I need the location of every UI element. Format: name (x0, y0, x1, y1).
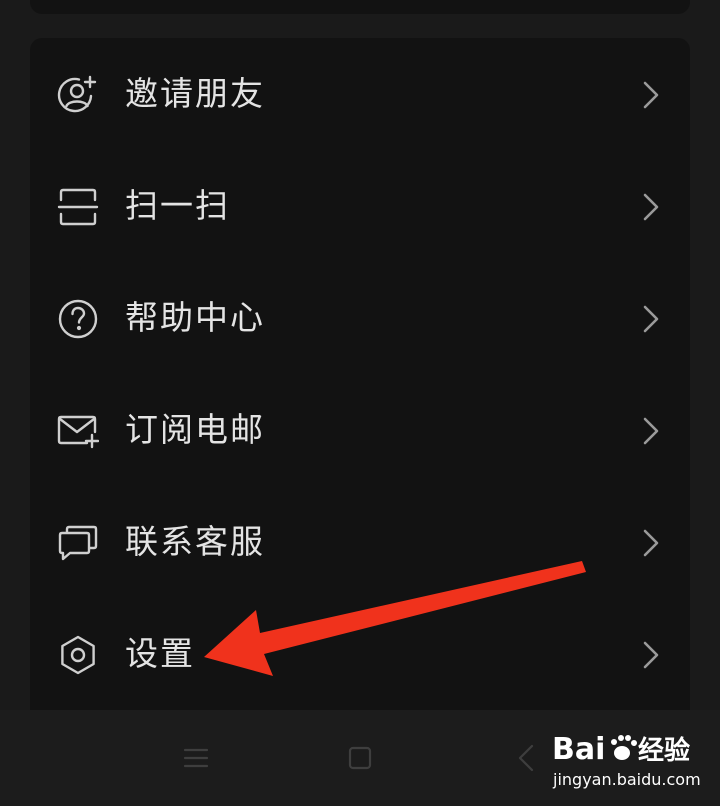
menu-item-contact-support[interactable]: 联系客服 (30, 486, 690, 598)
menu-item-help-center[interactable]: 帮助中心 (30, 262, 690, 374)
chevron-right-icon (640, 191, 662, 223)
chevron-right-icon (640, 79, 662, 111)
chevron-right-icon (640, 639, 662, 671)
customer-service-icon (57, 522, 99, 564)
menu-item-invite-friends[interactable]: 邀请朋友 (30, 38, 690, 150)
scan-icon (57, 186, 99, 228)
back-icon[interactable] (510, 740, 546, 776)
chevron-right-icon (640, 527, 662, 559)
menu-icon[interactable] (178, 740, 214, 776)
menu-item-scan[interactable]: 扫一扫 (30, 150, 690, 262)
chevron-right-icon (640, 303, 662, 335)
watermark-suffix: 经验 (638, 735, 690, 766)
menu-item-label: 扫一扫 (125, 186, 230, 225)
menu-item-label: 设置 (125, 634, 195, 673)
gear-icon (57, 634, 99, 676)
screen: 邀请朋友 扫一扫 帮助中心 订阅电邮 联系客服 设置 Bai 经验 jingya… (0, 0, 720, 806)
help-icon (57, 298, 99, 340)
subscribe-mail-icon (57, 410, 99, 452)
menu-card: 邀请朋友 扫一扫 帮助中心 订阅电邮 联系客服 设置 (30, 38, 690, 718)
previous-card (30, 0, 690, 14)
menu-item-label: 订阅电邮 (125, 410, 265, 449)
menu-item-label: 帮助中心 (125, 298, 265, 337)
menu-item-label: 邀请朋友 (125, 74, 265, 113)
menu-item-settings[interactable]: 设置 (30, 598, 690, 710)
invite-friend-icon (57, 74, 99, 116)
menu-item-label: 联系客服 (125, 522, 265, 561)
menu-item-subscribe-email[interactable]: 订阅电邮 (30, 374, 690, 486)
chevron-right-icon (640, 415, 662, 447)
home-square-icon[interactable] (342, 740, 378, 776)
watermark-url: jingyan.baidu.com (553, 770, 701, 789)
baidu-paw-icon (611, 735, 637, 760)
watermark-brand: Bai (552, 732, 605, 767)
